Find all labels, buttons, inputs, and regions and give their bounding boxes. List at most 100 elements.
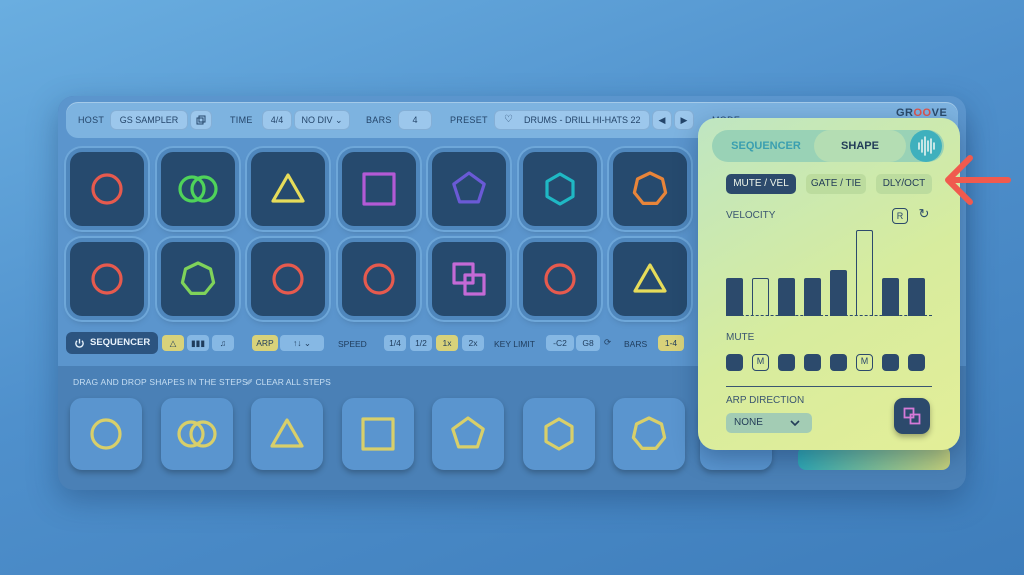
brush-icon: ✐: [246, 377, 254, 387]
velocity-editor[interactable]: [726, 228, 932, 316]
view-notes-button[interactable]: ♫: [212, 335, 234, 351]
velocity-bar[interactable]: [830, 269, 847, 316]
view-shapes-button[interactable]: △: [162, 335, 184, 351]
tray-shape-hexagon[interactable]: [522, 398, 595, 470]
speed-option[interactable]: 1/4: [384, 335, 406, 351]
waveform-button[interactable]: [910, 130, 942, 162]
step-pad[interactable]: [341, 152, 416, 226]
arp-direction-select[interactable]: ↑↓ ⌄: [280, 335, 324, 351]
mute-step[interactable]: [908, 354, 925, 371]
velocity-bar[interactable]: [908, 278, 925, 316]
triangle-icon: [270, 418, 304, 448]
mute-step[interactable]: [726, 354, 743, 371]
speed-option[interactable]: 2x: [462, 335, 484, 351]
host-select[interactable]: GS SAMPLER: [110, 110, 188, 130]
key-high-input[interactable]: G8: [576, 335, 600, 351]
music-note-icon: ♫: [219, 338, 227, 348]
circle-icon: [543, 263, 576, 295]
tray-shape-pentagon[interactable]: [432, 398, 504, 470]
pentagon-icon: [452, 171, 486, 204]
sequencer-toggle[interactable]: SEQUENCER: [66, 332, 158, 354]
arp-toggle[interactable]: ARP: [252, 335, 278, 351]
circle-icon: [272, 263, 304, 295]
mode-mute-vel-button[interactable]: MUTE / VEL: [726, 174, 796, 194]
preset-next-button[interactable]: ▶: [674, 110, 694, 130]
circle-icon: [91, 263, 123, 295]
circle-icon: [90, 418, 122, 450]
bars-range-1-4[interactable]: 1-4: [658, 335, 684, 351]
step-pad[interactable]: [251, 152, 325, 226]
square-icon: [360, 417, 395, 451]
mute-step[interactable]: M: [856, 354, 873, 371]
step-pad[interactable]: [522, 242, 597, 316]
velocity-bar[interactable]: [778, 278, 795, 316]
host-window-button[interactable]: [190, 110, 212, 130]
key-low-input[interactable]: -C2: [546, 335, 574, 351]
step-pad[interactable]: [70, 152, 144, 226]
step-pad[interactable]: [522, 152, 597, 226]
mute-step[interactable]: [778, 354, 795, 371]
step-pad[interactable]: [160, 152, 235, 226]
tab-shape[interactable]: SHAPE: [814, 130, 906, 162]
tray-shape-heptagon[interactable]: [613, 398, 685, 470]
heart-icon[interactable]: ♡: [504, 110, 513, 130]
key-limit-label: KEY LIMIT: [494, 339, 535, 349]
sequencer-label: SEQUENCER: [90, 337, 151, 348]
mode-dly-oct-button[interactable]: DLY/OCT: [876, 174, 932, 194]
bars-input[interactable]: 4: [398, 110, 432, 130]
double-circle-icon: [176, 420, 217, 448]
power-icon: [75, 338, 84, 348]
arp-direction-panel-select[interactable]: NONE: [726, 413, 812, 433]
reset-velocity-button[interactable]: R: [892, 208, 908, 224]
velocity-bar[interactable]: [726, 278, 743, 316]
time-signature-select[interactable]: 4/4: [262, 110, 292, 130]
velocity-bar[interactable]: [882, 278, 899, 316]
mute-step[interactable]: [804, 354, 821, 371]
link-shapes-button[interactable]: [894, 398, 930, 434]
step-pad[interactable]: [613, 152, 687, 226]
step-pad[interactable]: [251, 242, 325, 316]
velocity-label: VELOCITY: [726, 210, 776, 221]
velocity-bar[interactable]: [752, 278, 769, 316]
step-pad[interactable]: [432, 242, 506, 316]
time-label: TIME: [230, 115, 253, 125]
preset-label: PRESET: [450, 115, 488, 125]
clear-all-steps-button[interactable]: ✐ CLEAR ALL STEPS: [246, 377, 331, 388]
time-division-value: NO DIV: [301, 115, 333, 125]
tray-shape-triangle[interactable]: [251, 398, 323, 470]
chevron-down-icon: ⌄: [334, 115, 343, 125]
mute-label: MUTE: [726, 332, 755, 343]
step-pad[interactable]: [432, 152, 506, 226]
speed-option[interactable]: 1x: [436, 335, 458, 351]
circle-icon: [91, 173, 123, 205]
window-icon: [196, 115, 206, 125]
linked-squares-icon: [903, 407, 921, 425]
preset-prev-button[interactable]: ◀: [652, 110, 672, 130]
time-division-select[interactable]: NO DIV ⌄: [294, 110, 350, 130]
mute-step[interactable]: [882, 354, 899, 371]
redo-icon[interactable]: ↻: [916, 207, 932, 223]
tray-shape-circle[interactable]: [70, 398, 142, 470]
link-icon[interactable]: ⟳: [604, 337, 611, 348]
mode-gate-tie-button[interactable]: GATE / TIE: [806, 174, 866, 194]
preset-select[interactable]: ♡ DRUMS - DRILL HI-HATS 22: [494, 110, 650, 130]
mute-step[interactable]: M: [752, 354, 769, 371]
velocity-bar[interactable]: [804, 278, 821, 316]
view-bars-button[interactable]: ▮▮▮: [187, 335, 209, 351]
pentagon-icon: [451, 416, 485, 449]
step-pad[interactable]: [613, 242, 687, 316]
speed-option[interactable]: 1/2: [410, 335, 432, 351]
tab-sequencer[interactable]: SEQUENCER: [718, 130, 814, 162]
step-pad[interactable]: [70, 242, 144, 316]
drag-hint: DRAG AND DROP SHAPES IN THE STEPS: [73, 377, 248, 387]
annotation-arrow-icon: [945, 155, 1011, 205]
mute-step[interactable]: [830, 354, 847, 371]
step-pad[interactable]: [341, 242, 416, 316]
linked-squares-icon: [452, 262, 486, 296]
tray-shape-square[interactable]: [341, 398, 414, 470]
bars-icon: ▮▮▮: [190, 338, 206, 348]
velocity-bar[interactable]: [856, 230, 873, 316]
tray-shape-double-circle[interactable]: [160, 398, 233, 470]
bars-range-label: BARS: [624, 339, 648, 349]
step-pad[interactable]: [160, 242, 235, 316]
